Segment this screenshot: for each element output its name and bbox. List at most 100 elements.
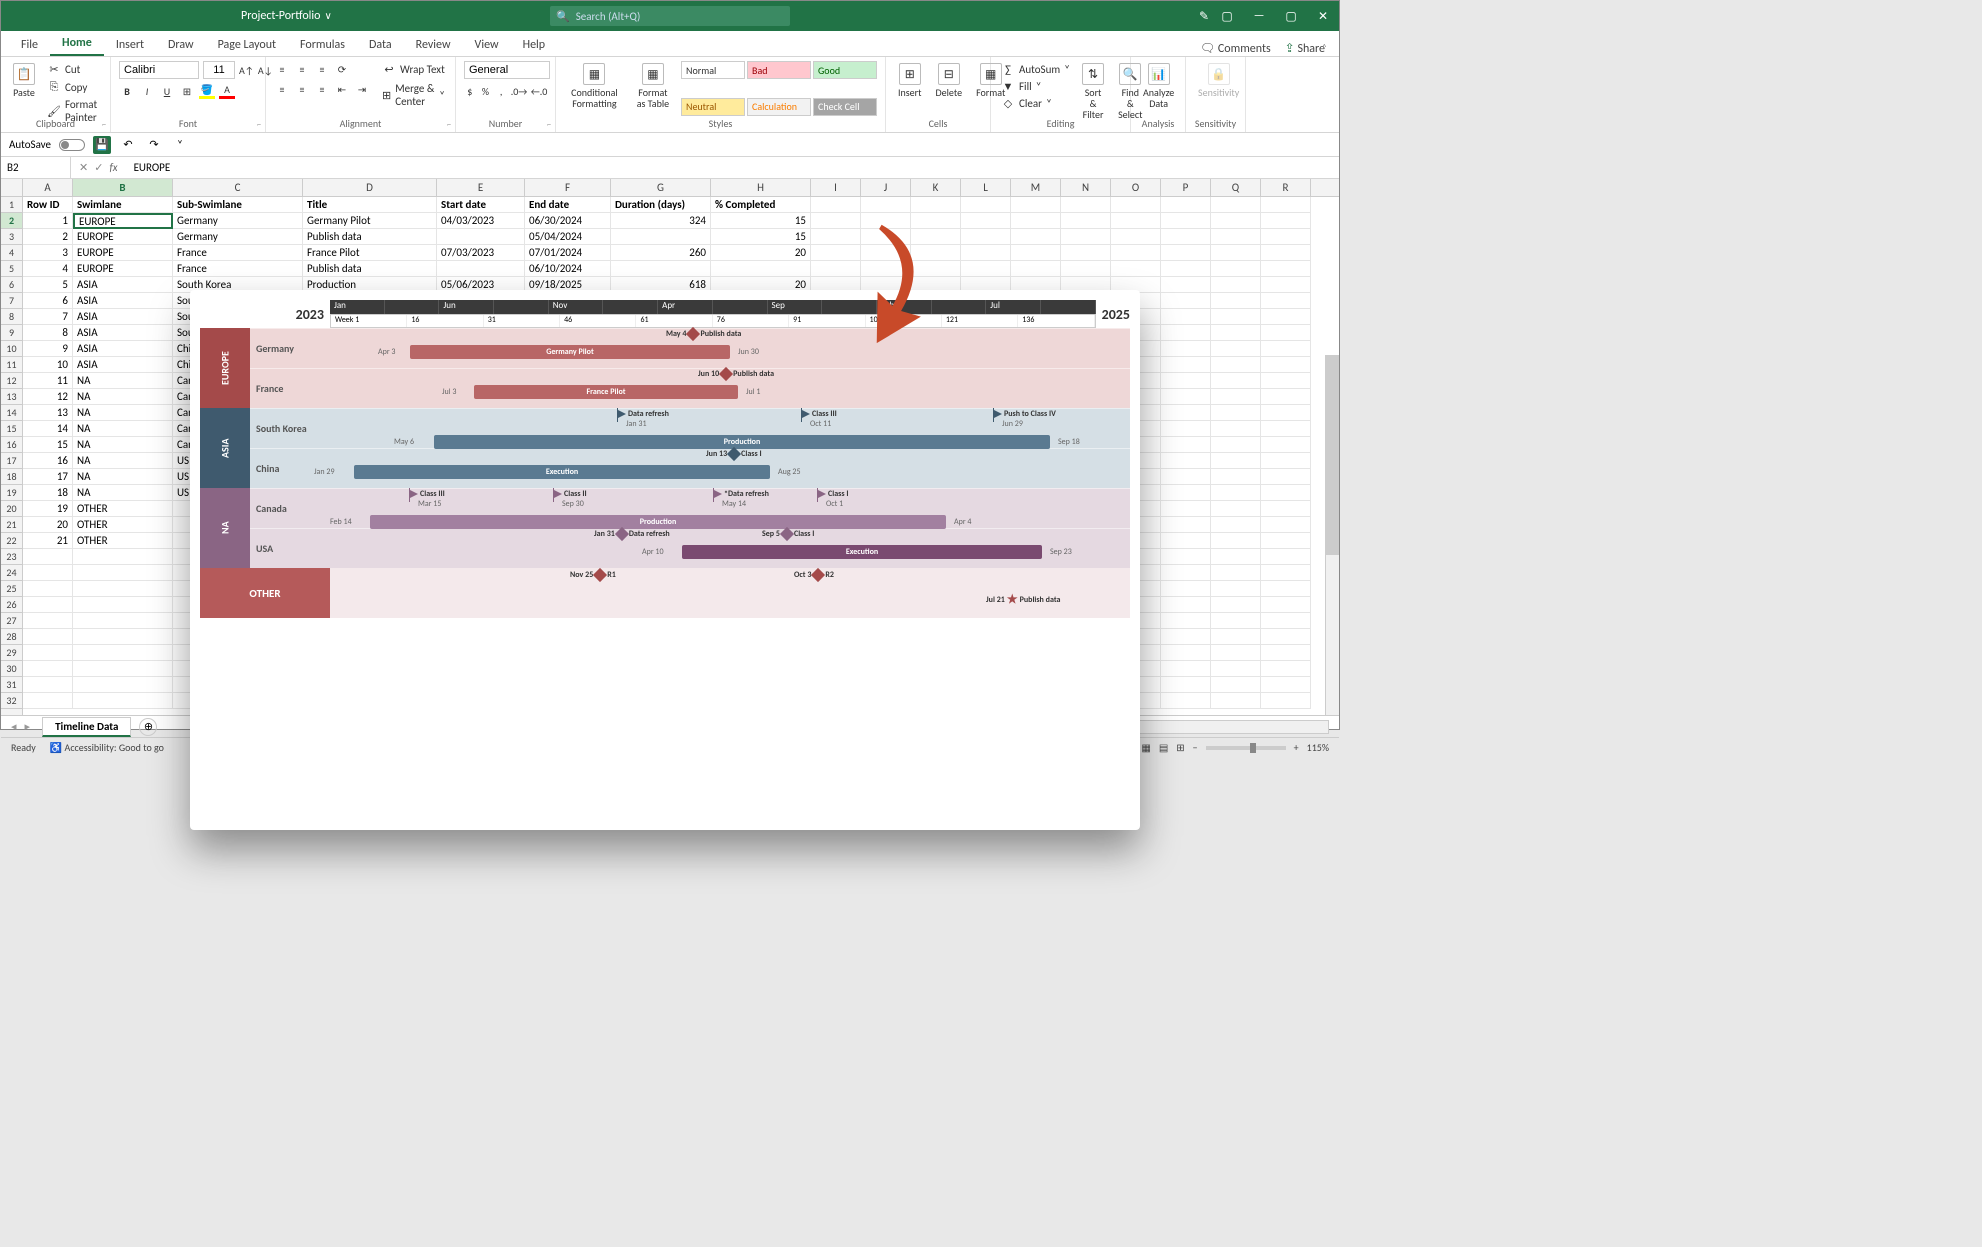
qat-customize-icon[interactable]: ˅ <box>171 136 189 154</box>
zoom-in-button[interactable]: + <box>1294 741 1299 754</box>
row-header[interactable]: 23 <box>1 549 22 565</box>
cell[interactable] <box>1161 437 1211 453</box>
cell[interactable] <box>1211 229 1261 245</box>
row-header[interactable]: 5 <box>1 261 22 277</box>
cell[interactable]: EUROPE <box>73 261 173 277</box>
cell[interactable] <box>1211 469 1261 485</box>
minimize-button[interactable]: — <box>1243 1 1275 31</box>
cell[interactable] <box>1211 437 1261 453</box>
cell[interactable] <box>23 581 73 597</box>
currency-icon[interactable]: $ <box>464 83 476 99</box>
tab-data[interactable]: Data <box>357 34 404 56</box>
row-header[interactable]: 21 <box>1 517 22 533</box>
indent-dec-icon[interactable]: ⇤ <box>334 81 350 97</box>
cell[interactable] <box>1261 517 1311 533</box>
style-check-cell[interactable]: Check Cell <box>813 98 877 116</box>
cell[interactable] <box>1111 213 1161 229</box>
cell[interactable]: 17 <box>23 469 73 485</box>
cell[interactable] <box>1011 197 1061 213</box>
cell[interactable]: 13 <box>23 405 73 421</box>
font-size-select[interactable] <box>203 61 235 79</box>
cell[interactable]: NA <box>73 405 173 421</box>
cell[interactable]: OTHER <box>73 533 173 549</box>
cell[interactable] <box>1211 693 1261 709</box>
redo-button[interactable]: ↷ <box>145 136 163 154</box>
cell[interactable] <box>1061 213 1111 229</box>
cell[interactable] <box>23 693 73 709</box>
cell[interactable]: 6 <box>23 293 73 309</box>
cell[interactable] <box>1161 421 1211 437</box>
fill-button[interactable]: ▼Fill ˅ <box>999 78 1072 94</box>
cell[interactable] <box>1161 565 1211 581</box>
tab-formulas[interactable]: Formulas <box>288 34 357 56</box>
cell[interactable]: France <box>173 261 303 277</box>
autosum-button[interactable]: ∑AutoSum ˅ <box>999 61 1072 77</box>
cell[interactable] <box>1261 661 1311 677</box>
row-header[interactable]: 13 <box>1 389 22 405</box>
cell[interactable]: Germany <box>173 229 303 245</box>
cell[interactable]: EUROPE <box>73 229 173 245</box>
cell[interactable] <box>1261 245 1311 261</box>
cell[interactable]: Title <box>303 197 437 213</box>
cell[interactable] <box>1161 405 1211 421</box>
cell[interactable] <box>23 629 73 645</box>
cell[interactable] <box>23 597 73 613</box>
cell[interactable] <box>23 645 73 661</box>
row-header[interactable]: 17 <box>1 453 22 469</box>
status-accessibility[interactable]: ♿ Accessibility: Good to go <box>50 741 164 754</box>
cell[interactable] <box>1161 501 1211 517</box>
cell[interactable] <box>1211 597 1261 613</box>
cell[interactable] <box>1261 613 1311 629</box>
cell[interactable] <box>1161 677 1211 693</box>
cell[interactable] <box>437 229 525 245</box>
cell[interactable] <box>961 197 1011 213</box>
cell[interactable] <box>1261 437 1311 453</box>
number-dialog-icon[interactable]: ⌐ <box>547 120 551 130</box>
row-header[interactable]: 31 <box>1 677 22 693</box>
align-bottom-icon[interactable]: ≡ <box>314 61 330 77</box>
cell[interactable] <box>1211 373 1261 389</box>
autosave-toggle[interactable] <box>59 139 85 151</box>
cancel-formula-icon[interactable]: ✕ <box>79 161 88 174</box>
cell[interactable] <box>611 229 711 245</box>
cell[interactable] <box>1161 261 1211 277</box>
cell[interactable]: 15 <box>711 213 811 229</box>
row-header[interactable]: 29 <box>1 645 22 661</box>
cell[interactable] <box>961 245 1011 261</box>
cell[interactable] <box>911 197 961 213</box>
cell[interactable] <box>1161 389 1211 405</box>
cell[interactable] <box>1261 197 1311 213</box>
cell[interactable] <box>1161 229 1211 245</box>
cell[interactable] <box>1111 261 1161 277</box>
cell[interactable]: 19 <box>23 501 73 517</box>
fill-color-button[interactable]: 🪣 <box>199 83 215 99</box>
cell[interactable]: 10 <box>23 357 73 373</box>
cell[interactable] <box>1261 629 1311 645</box>
cell[interactable]: Publish data <box>303 229 437 245</box>
cell[interactable]: 14 <box>23 421 73 437</box>
vertical-scrollbar[interactable] <box>1325 355 1339 715</box>
row-header[interactable]: 28 <box>1 629 22 645</box>
font-color-button[interactable]: A <box>219 83 235 99</box>
cell[interactable] <box>73 549 173 565</box>
cell[interactable] <box>1161 629 1211 645</box>
cell[interactable] <box>1061 245 1111 261</box>
cell[interactable]: Start date <box>437 197 525 213</box>
cell[interactable] <box>1161 661 1211 677</box>
column-header[interactable]: G <box>611 179 711 196</box>
cell[interactable] <box>73 597 173 613</box>
column-header[interactable]: K <box>911 179 961 196</box>
cell[interactable] <box>73 677 173 693</box>
cell[interactable]: 16 <box>23 453 73 469</box>
cell[interactable] <box>1211 613 1261 629</box>
cell[interactable]: EUROPE <box>73 245 173 261</box>
select-all-corner[interactable] <box>1 179 23 196</box>
cell[interactable] <box>1011 213 1061 229</box>
tab-page-layout[interactable]: Page Layout <box>206 34 288 56</box>
cell[interactable]: 9 <box>23 341 73 357</box>
column-header[interactable]: N <box>1061 179 1111 196</box>
comma-icon[interactable]: , <box>495 83 507 99</box>
comments-button[interactable]: 🗨 Comments <box>1200 41 1271 56</box>
share-button[interactable]: ⇪ Share <box>1285 41 1325 56</box>
orientation-icon[interactable]: ⟳ <box>334 61 350 77</box>
